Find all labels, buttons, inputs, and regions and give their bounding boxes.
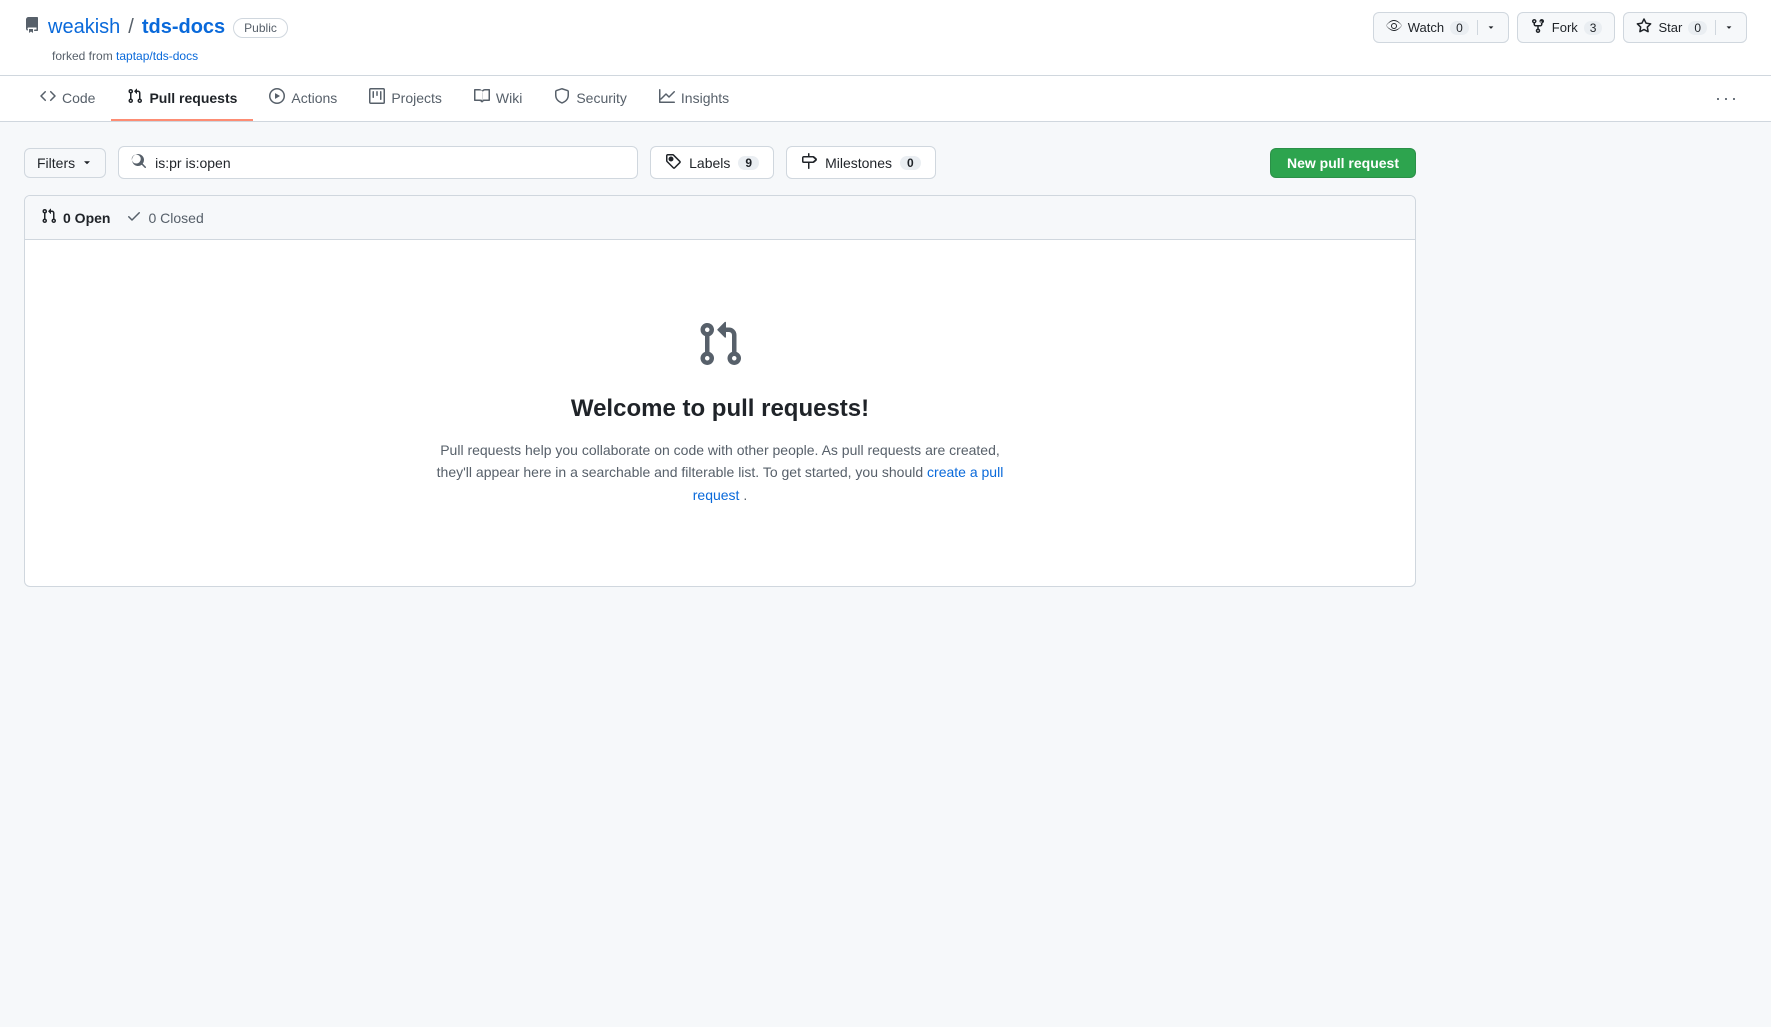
empty-desc-before: Pull requests help you collaborate on co…: [437, 442, 1000, 480]
tab-wiki-label: Wiki: [496, 90, 522, 106]
empty-description: Pull requests help you collaborate on co…: [430, 439, 1010, 506]
pr-status-bar: 0 Open 0 Closed: [25, 196, 1415, 240]
tab-insights-label: Insights: [681, 90, 729, 106]
tab-projects-label: Projects: [391, 90, 442, 106]
fork-label: Fork: [1552, 20, 1578, 35]
fork-source-link[interactable]: taptap/tds-docs: [116, 49, 198, 63]
star-label: Star: [1658, 20, 1682, 35]
actions-icon: [269, 88, 285, 107]
tab-code-label: Code: [62, 90, 95, 106]
milestones-label: Milestones: [825, 155, 892, 171]
insights-icon: [659, 88, 675, 107]
eye-icon: [1386, 18, 1402, 37]
fork-info: forked from taptap/tds-docs: [52, 49, 1747, 63]
tab-wiki[interactable]: Wiki: [458, 76, 538, 121]
nav-tabs: Code Pull requests Actions Projects Wiki…: [0, 76, 1771, 122]
filters-label: Filters: [37, 155, 75, 171]
labels-count: 9: [738, 156, 759, 170]
public-badge: Public: [233, 18, 288, 38]
tab-security[interactable]: Security: [538, 76, 643, 121]
code-icon: [40, 88, 56, 107]
repo-name-link[interactable]: tds-docs: [142, 16, 225, 39]
watch-button[interactable]: Watch 0: [1373, 12, 1509, 43]
search-box[interactable]: [118, 146, 638, 179]
milestones-count: 0: [900, 156, 921, 170]
empty-title: Welcome to pull requests!: [571, 395, 869, 423]
pr-list-container: 0 Open 0 Closed Welcome to pull requests…: [24, 195, 1416, 587]
tab-pull-requests[interactable]: Pull requests: [111, 76, 253, 121]
star-dropdown-arrow[interactable]: [1715, 20, 1734, 35]
check-icon: [126, 208, 142, 227]
fork-text: forked from: [52, 49, 113, 63]
pr-closed-filter[interactable]: 0 Closed: [126, 208, 203, 227]
search-input[interactable]: [155, 155, 625, 171]
watch-label: Watch: [1408, 20, 1444, 35]
filters-button[interactable]: Filters: [24, 148, 106, 178]
tab-code[interactable]: Code: [24, 76, 111, 121]
tab-insights[interactable]: Insights: [643, 76, 745, 121]
star-count: 0: [1688, 21, 1707, 35]
fork-button[interactable]: Fork 3: [1517, 12, 1616, 43]
milestone-icon: [801, 153, 817, 172]
header-actions: Watch 0 Fork 3: [1373, 12, 1747, 43]
pr-open-label: 0 Open: [63, 210, 110, 226]
milestones-button[interactable]: Milestones 0: [786, 146, 936, 179]
tab-actions[interactable]: Actions: [253, 76, 353, 121]
separator: /: [128, 16, 134, 39]
tab-security-label: Security: [576, 90, 627, 106]
empty-state: Welcome to pull requests! Pull requests …: [25, 240, 1415, 586]
pr-closed-label: 0 Closed: [148, 210, 203, 226]
pull-request-icon: [127, 88, 143, 107]
new-pull-request-button[interactable]: New pull request: [1270, 148, 1416, 178]
repo-title: weakish / tds-docs Public: [24, 16, 288, 39]
tab-actions-label: Actions: [291, 90, 337, 106]
empty-desc-after: .: [743, 487, 747, 503]
top-bar: weakish / tds-docs Public Watch 0: [0, 0, 1771, 76]
pr-open-filter[interactable]: 0 Open: [41, 208, 110, 227]
star-button[interactable]: Star 0: [1623, 12, 1747, 43]
fork-icon: [1530, 18, 1546, 37]
pr-toolbar: Filters Labels 9 Milestones 0 New pull: [24, 146, 1416, 179]
main-content: Filters Labels 9 Milestones 0 New pull: [0, 122, 1440, 611]
search-icon: [131, 153, 147, 172]
label-icon: [665, 153, 681, 172]
watch-count: 0: [1450, 21, 1469, 35]
org-name-link[interactable]: weakish: [48, 16, 120, 39]
wiki-icon: [474, 88, 490, 107]
empty-pr-icon: [696, 320, 744, 371]
star-icon: [1636, 18, 1652, 37]
tab-projects[interactable]: Projects: [353, 76, 458, 121]
fork-count: 3: [1584, 21, 1603, 35]
repo-icon: [24, 16, 40, 39]
watch-dropdown-arrow[interactable]: [1477, 20, 1496, 35]
labels-button[interactable]: Labels 9: [650, 146, 774, 179]
labels-label: Labels: [689, 155, 730, 171]
security-icon: [554, 88, 570, 107]
tab-pull-requests-label: Pull requests: [149, 90, 237, 106]
more-tabs-button[interactable]: ···: [1707, 76, 1747, 121]
repo-header: weakish / tds-docs Public Watch 0: [24, 12, 1747, 43]
filters-chevron-icon: [81, 155, 93, 171]
projects-icon: [369, 88, 385, 107]
pr-open-icon: [41, 208, 57, 227]
